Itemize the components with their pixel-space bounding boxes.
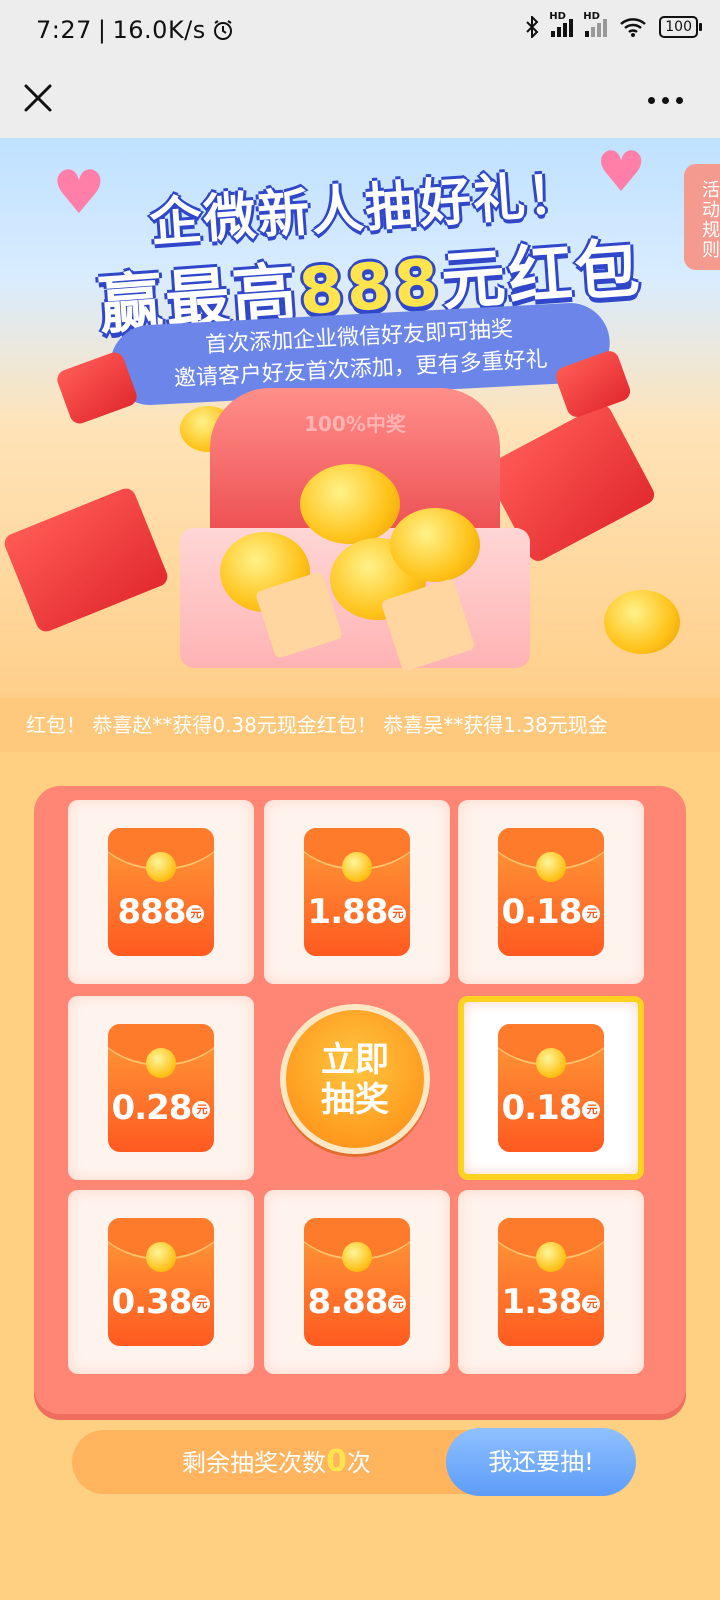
close-icon[interactable] bbox=[18, 78, 58, 118]
draw-now-button[interactable]: 立即 抽奖 bbox=[280, 1004, 430, 1154]
battery-icon: 100 bbox=[659, 16, 702, 38]
signal-icon-2: HD bbox=[583, 11, 608, 37]
red-packet-icon: 0.28 元 bbox=[108, 1024, 214, 1152]
signal-icon: HD bbox=[549, 11, 574, 37]
red-packet-icon: 0.18 元 bbox=[498, 828, 604, 956]
prize-cell: 1.88 元 bbox=[264, 800, 450, 984]
remaining-count: 0 bbox=[326, 1444, 347, 1479]
prize-label: 100%中奖 bbox=[304, 412, 406, 436]
prize-cell: 0.18 元 bbox=[458, 800, 644, 984]
prize-cell: 0.38 元 bbox=[68, 1190, 254, 1374]
status-time: 7:27 bbox=[36, 16, 92, 44]
red-packet-icon: 888 元 bbox=[108, 828, 214, 956]
alarm-icon bbox=[213, 20, 232, 40]
network-speed: 16.0K/s bbox=[112, 16, 206, 44]
coin-icon bbox=[300, 464, 400, 544]
draw-again-button[interactable]: 我还要抽! bbox=[446, 1428, 636, 1496]
remaining-draws: 剩余抽奖次数0次 bbox=[182, 1444, 371, 1479]
red-packet-icon: 1.88 元 bbox=[304, 828, 410, 956]
prize-cell-highlighted: 0.18 元 bbox=[458, 996, 644, 1180]
prize-cell: 1.38 元 bbox=[458, 1190, 644, 1374]
prize-cell: 0.28 元 bbox=[68, 996, 254, 1180]
coin-decoration bbox=[604, 590, 680, 654]
red-packet-icon: 0.38 元 bbox=[108, 1218, 214, 1346]
lottery-board: 888 元 1.88 元 0.18 元 0.28 元 立即 抽奖 0.18 元 0.38 元… bbox=[34, 786, 686, 1420]
heart-icon: ♥ bbox=[596, 140, 647, 205]
draw-count-bar: 剩余抽奖次数0次 我还要抽! bbox=[72, 1428, 636, 1496]
prize-envelope: 100%中奖 bbox=[180, 388, 530, 672]
status-right: HD HD 100 bbox=[525, 11, 702, 38]
red-packet-icon: 8.88 元 bbox=[304, 1218, 410, 1346]
red-packet-icon: 1.38 元 bbox=[498, 1218, 604, 1346]
wifi-icon bbox=[620, 18, 647, 37]
promo-banner: ♥ ♥ 企微新人抽好礼！ 赢最高888元红包 首次添加企业微信好友即可抽奖 邀请… bbox=[0, 138, 720, 698]
winners-ticker: 红包！ 恭喜赵**获得0.38元现金红包！ 恭喜吴**获得1.38元现金 bbox=[0, 698, 720, 752]
prize-cell: 888 元 bbox=[68, 800, 254, 984]
heart-icon: ♥ bbox=[52, 158, 106, 228]
bluetooth-icon bbox=[526, 16, 539, 38]
red-packet-decoration bbox=[1, 485, 171, 635]
prize-cell: 8.88 元 bbox=[264, 1190, 450, 1374]
status-left: 7:27 | 16.0K/s bbox=[36, 16, 234, 44]
activity-rules-tab[interactable]: 活动规则 bbox=[684, 164, 720, 270]
more-options-button[interactable] bbox=[648, 90, 688, 110]
status-bar: 7:27 | 16.0K/s HD HD 100 bbox=[0, 0, 720, 62]
coin-icon bbox=[390, 508, 480, 582]
red-packet-icon: 0.18 元 bbox=[498, 1024, 604, 1152]
nav-bar bbox=[0, 62, 720, 138]
